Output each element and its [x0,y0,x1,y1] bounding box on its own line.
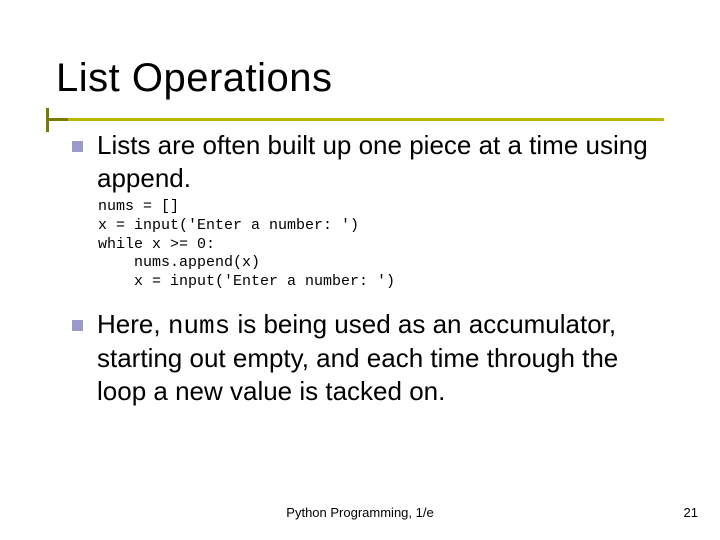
bullet-text-prefix: Here, [97,309,168,339]
square-bullet-icon [72,141,83,152]
code-block: nums = [] x = input('Enter a number: ') … [98,198,664,292]
footer-page-number: 21 [684,505,698,520]
bullet-text: Here, nums is being used as an accumulat… [97,308,664,408]
bullet-text: Lists are often built up one piece at a … [97,129,664,194]
title-underline-decoration [46,118,664,121]
bullet-text-mono: nums [168,311,230,341]
footer-center-text: Python Programming, 1/e [0,505,720,520]
slide: List Operations Lists are often built up… [0,0,720,540]
bullet-item: Lists are often built up one piece at a … [72,129,664,194]
slide-body: Lists are often built up one piece at a … [56,129,664,407]
bullet-item: Here, nums is being used as an accumulat… [72,308,664,408]
slide-title: List Operations [56,56,664,101]
square-bullet-icon [72,320,83,331]
title-area: List Operations [56,56,664,101]
